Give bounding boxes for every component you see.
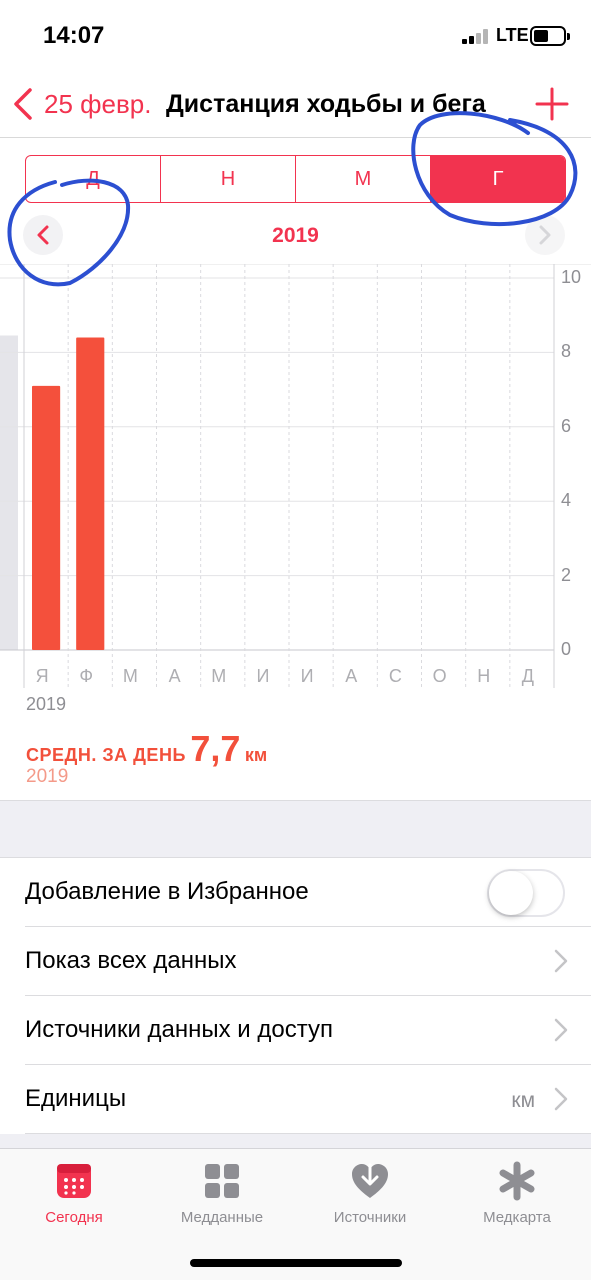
y-tick-label: 10: [561, 267, 582, 287]
units-row[interactable]: Единицы км: [25, 1065, 591, 1134]
x-tick-label: О: [432, 666, 447, 686]
segment-week[interactable]: Н: [161, 156, 296, 202]
x-tick-label: Н: [477, 666, 491, 686]
back-button[interactable]: 25 февр.: [10, 84, 152, 124]
y-tick-label: 6: [561, 415, 572, 436]
chart-plot: [0, 264, 591, 688]
tab-health-data[interactable]: Медданные: [148, 1161, 296, 1226]
x-tick-label: Я: [35, 666, 49, 686]
nav-bar: 25 февр. Дистанция ходьбы и бега: [0, 70, 591, 138]
segment-year[interactable]: Г: [431, 156, 565, 202]
average-label: СРЕДН. ЗА ДЕНЬ: [26, 745, 186, 765]
chevron-right-icon: [539, 225, 551, 245]
status-bar: 14:07 LTE: [0, 0, 591, 70]
chart-bar: [76, 337, 105, 650]
favorites-toggle[interactable]: [487, 869, 565, 917]
chevron-left-icon: [14, 88, 32, 120]
average-unit: км: [244, 745, 268, 765]
x-tick-label: М: [211, 666, 227, 686]
chart-bar: [32, 385, 61, 650]
x-tick-label: А: [345, 666, 358, 686]
x-tick-label: М: [122, 666, 138, 686]
distance-chart[interactable]: 10 8 6 4 2 0 Я Ф М А М И И А С О Н Д 2019: [0, 264, 591, 714]
grid-icon: [205, 1164, 239, 1198]
units-value: км: [511, 1089, 535, 1112]
section-separator: [0, 800, 591, 858]
page-title: Дистанция ходьбы и бега: [166, 90, 486, 118]
heart-download-icon: [352, 1163, 388, 1198]
y-tick-label: 4: [561, 490, 572, 511]
tab-today[interactable]: Сегодня: [0, 1161, 148, 1226]
x-tick-label: И: [300, 666, 314, 686]
add-icon[interactable]: [534, 86, 570, 122]
home-indicator[interactable]: [190, 1259, 402, 1267]
y-tick-label: 8: [561, 341, 572, 362]
chevron-right-icon: [554, 1018, 568, 1042]
battery-icon: [530, 26, 570, 46]
asterisk-icon: [499, 1161, 535, 1201]
period-navigator: 2019: [0, 212, 591, 258]
x-tick-label: Д: [521, 666, 534, 686]
average-value: 7,7: [190, 728, 241, 769]
next-period-button[interactable]: [525, 215, 565, 255]
tab-label: Источники: [333, 1209, 407, 1226]
calendar-icon: [57, 1164, 91, 1198]
previous-period-bar: [0, 335, 18, 650]
network-label: LTE: [496, 25, 529, 45]
segment-day[interactable]: Д: [26, 156, 161, 202]
tab-sources[interactable]: Источники: [296, 1161, 444, 1226]
status-time: 14:07: [43, 22, 105, 49]
tab-label: Сегодня: [45, 1209, 103, 1226]
segment-month[interactable]: М: [296, 156, 431, 202]
y-tick-label: 0: [561, 639, 572, 659]
show-all-data-row[interactable]: Показ всех данных: [25, 927, 591, 996]
period-segmented-control: Д Н М Г: [25, 155, 566, 203]
period-label: 2019: [272, 224, 319, 247]
y-tick-label: 2: [561, 564, 572, 585]
chevron-right-icon: [554, 1087, 568, 1111]
data-sources-row[interactable]: Источники данных и доступ: [25, 996, 591, 1065]
show-all-data-label: Показ всех данных: [25, 947, 237, 974]
units-label: Единицы: [25, 1085, 127, 1112]
settings-footer-spacer: [0, 1134, 591, 1148]
favorites-label: Добавление в Избранное: [25, 878, 309, 905]
tab-label: Медданные: [180, 1209, 264, 1226]
average-period: 2019: [26, 766, 69, 787]
signal-icon: [462, 28, 492, 44]
x-tick-label: Ф: [79, 666, 94, 686]
x-tick-label: А: [168, 666, 181, 686]
chart-year-label: 2019: [26, 694, 67, 714]
average-summary: СРЕДН. ЗА ДЕНЬ 7,7 км: [26, 728, 267, 770]
favorites-row[interactable]: Добавление в Избранное: [25, 858, 591, 927]
settings-list: Добавление в Избранное Показ всех данных…: [0, 858, 591, 1134]
tab-medical-id[interactable]: Медкарта: [443, 1161, 591, 1226]
x-tick-label: С: [388, 666, 402, 686]
chevron-right-icon: [554, 949, 568, 973]
tab-label: Медкарта: [483, 1209, 551, 1226]
x-tick-label: И: [256, 666, 270, 686]
data-sources-label: Источники данных и доступ: [25, 1016, 333, 1043]
back-label: 25 февр.: [44, 88, 152, 119]
toggle-knob: [489, 871, 533, 915]
